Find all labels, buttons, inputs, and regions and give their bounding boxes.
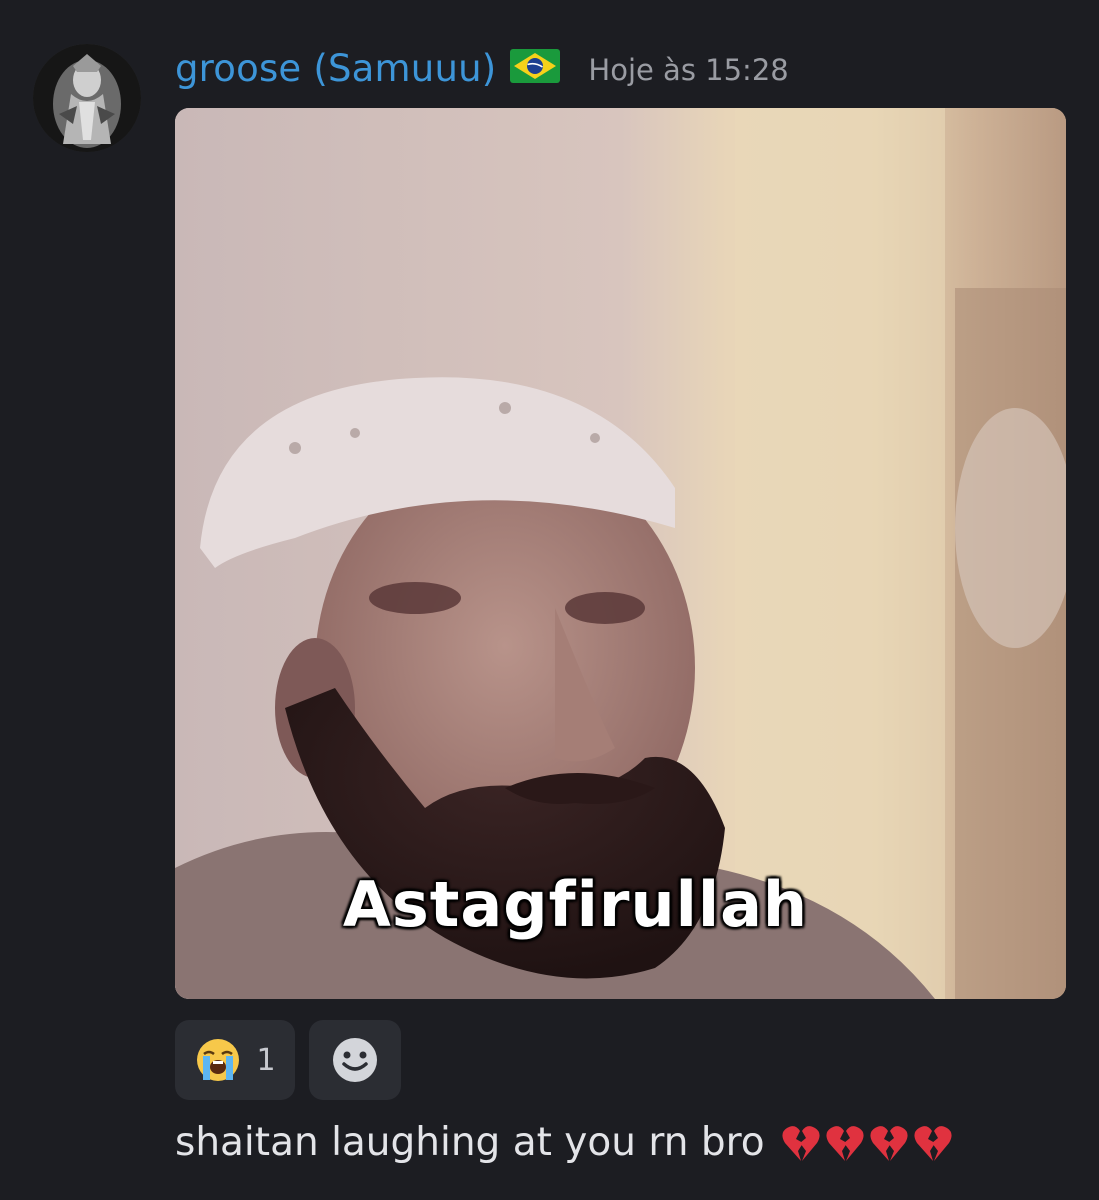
- avatar[interactable]: [33, 44, 141, 152]
- avatar-image: [33, 44, 141, 152]
- author-name[interactable]: groose (Samuuu): [175, 47, 496, 90]
- message-header: groose (Samuuu) Hoje às 15:28: [175, 40, 789, 96]
- broken-heart-icon: [782, 1125, 820, 1161]
- broken-heart-icon: [826, 1125, 864, 1161]
- broken-heart-icon: [914, 1125, 952, 1161]
- chat-message: groose (Samuuu) Hoje às 15:28 Astagfirul…: [0, 0, 1099, 1200]
- reaction-crying[interactable]: 1: [175, 1020, 295, 1100]
- add-reaction-button[interactable]: [309, 1020, 401, 1100]
- broken-heart-icon: [870, 1125, 908, 1161]
- reaction-count: 1: [256, 1042, 276, 1078]
- gif-caption: Astagfirullah: [342, 868, 809, 941]
- message-timestamp: Hoje às 15:28: [588, 53, 789, 87]
- message-text-row: shaitan laughing at you rn bro: [175, 1120, 955, 1165]
- gif-image: [175, 108, 1066, 999]
- loudly-crying-face-icon: [197, 1039, 240, 1081]
- gif-attachment[interactable]: Astagfirullah: [175, 108, 1066, 999]
- flag-brazil-icon: [510, 49, 561, 83]
- add-reaction-smile-icon: [333, 1038, 377, 1082]
- message-text: shaitan laughing at you rn bro: [175, 1120, 765, 1165]
- reactions-bar: 1: [175, 1020, 401, 1100]
- broken-hearts: [779, 1121, 955, 1165]
